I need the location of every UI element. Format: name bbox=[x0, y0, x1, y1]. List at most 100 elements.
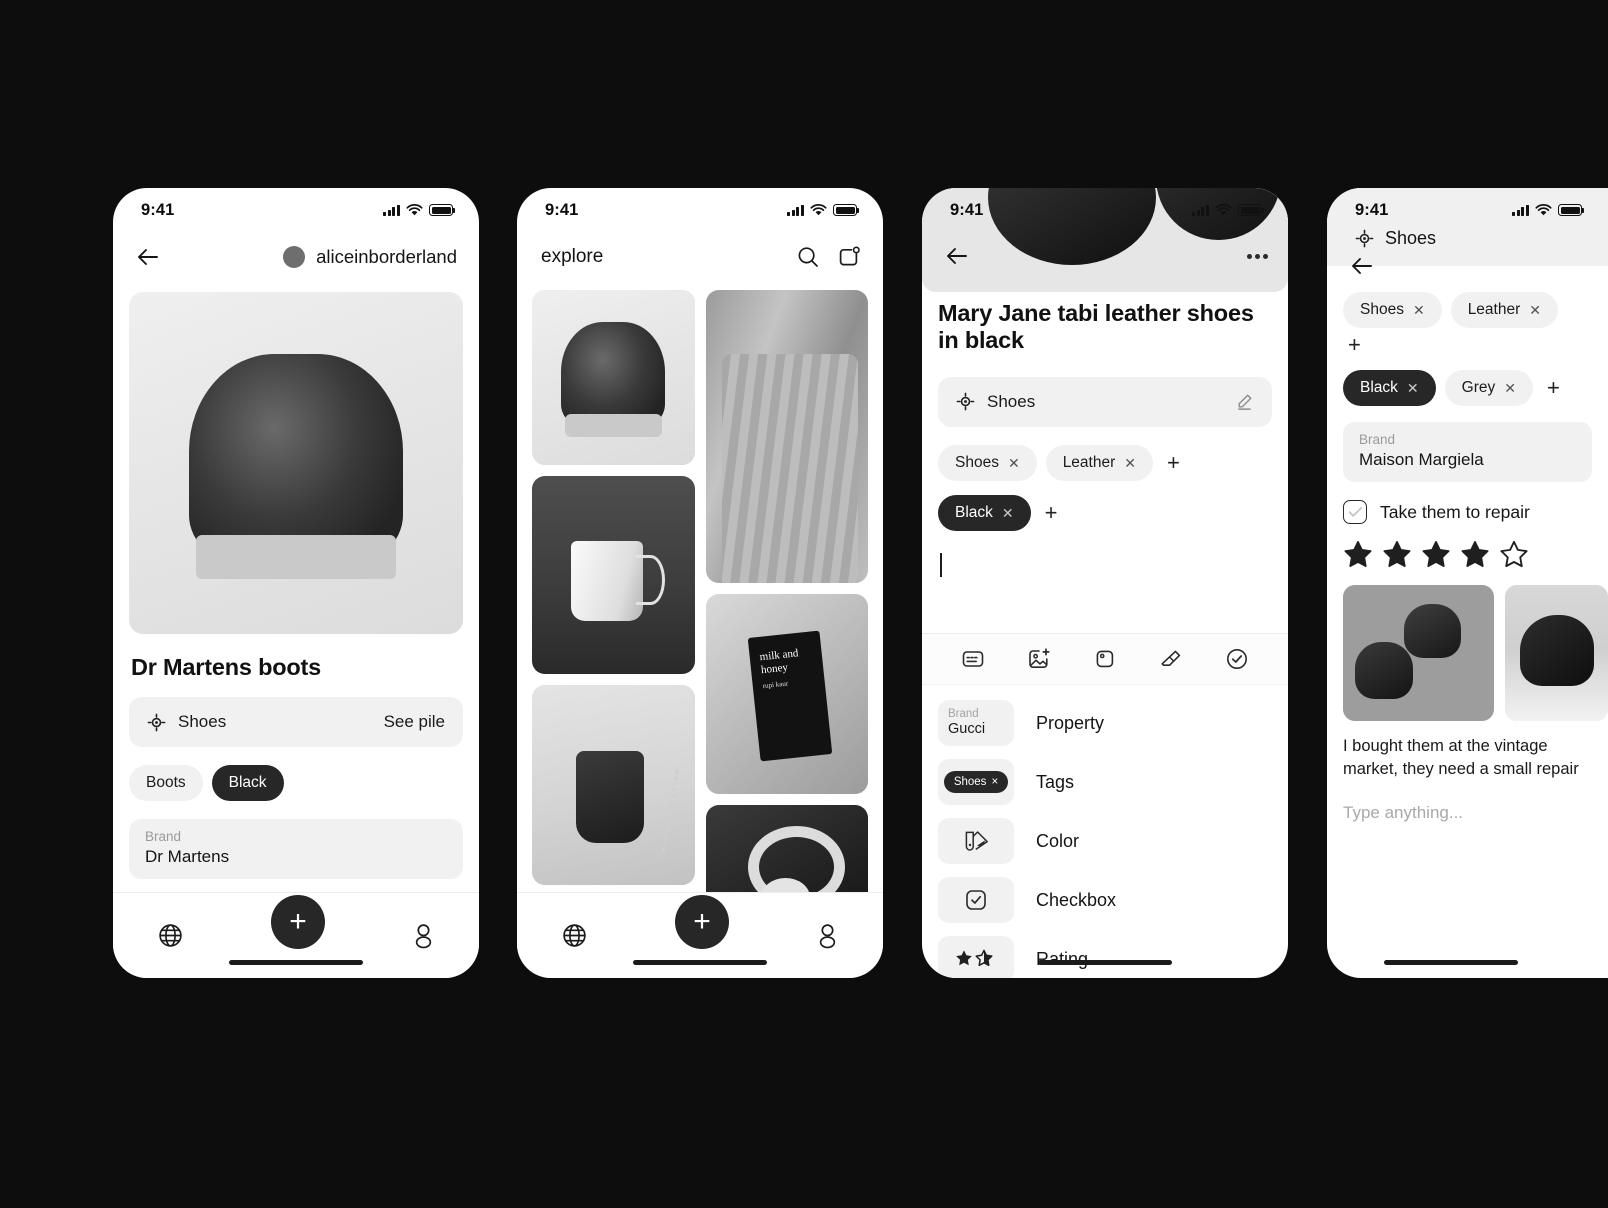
add-item-button[interactable]: + bbox=[270, 894, 325, 949]
item-photo[interactable] bbox=[1505, 585, 1608, 721]
color-chip[interactable]: Black ✕ bbox=[1343, 370, 1436, 406]
target-icon bbox=[147, 713, 166, 731]
grid-tile[interactable] bbox=[532, 685, 695, 885]
phone-mockup-item-edit: 9:41 Mary Jane tabi leather shoes in bla… bbox=[922, 188, 1288, 978]
status-icons bbox=[1512, 204, 1585, 216]
thumb-chip-label: Shoes bbox=[953, 776, 987, 788]
grid-tile[interactable] bbox=[532, 476, 695, 674]
star-filled-icon[interactable] bbox=[1343, 540, 1373, 569]
menu-item-rating[interactable]: Rating bbox=[938, 936, 1272, 978]
item-photo[interactable] bbox=[1343, 585, 1495, 721]
thumb-chip: Shoes × bbox=[943, 771, 1009, 793]
star-filled-icon[interactable] bbox=[1382, 540, 1412, 569]
menu-item-color[interactable]: Color bbox=[938, 818, 1272, 864]
thumb-field-value: Gucci bbox=[948, 720, 986, 737]
rating-stars[interactable] bbox=[1327, 524, 1608, 569]
person-icon[interactable] bbox=[412, 922, 435, 949]
checkbox-icon bbox=[966, 890, 986, 910]
item-note[interactable]: I bought them at the vintage market, the… bbox=[1327, 721, 1608, 781]
brand-field-label: Brand bbox=[1359, 432, 1396, 447]
thumb-field-label: Brand bbox=[948, 707, 979, 720]
tag-chip[interactable]: Black bbox=[211, 765, 284, 801]
color-chip[interactable]: Grey ✕ bbox=[1444, 370, 1533, 406]
battery-icon bbox=[1558, 204, 1585, 216]
note-input-placeholder[interactable]: Type anything... bbox=[1327, 781, 1608, 823]
remove-color-icon[interactable]: ✕ bbox=[1504, 381, 1516, 395]
pile-bar[interactable]: Shoes bbox=[938, 376, 1272, 427]
remove-tag-icon[interactable]: ✕ bbox=[1008, 456, 1020, 470]
back-arrow-icon[interactable] bbox=[135, 247, 161, 267]
remove-tag-icon[interactable]: ✕ bbox=[1413, 303, 1425, 317]
star-empty-icon[interactable] bbox=[1499, 540, 1529, 569]
status-icons bbox=[383, 204, 456, 216]
hero-photo[interactable] bbox=[129, 292, 463, 634]
tag-chip-label: Shoes bbox=[1360, 301, 1404, 318]
pencil-edit-icon[interactable] bbox=[1235, 392, 1254, 411]
checkbox-row[interactable]: Take them to repair bbox=[1327, 482, 1608, 524]
bottom-tab-bar: + bbox=[113, 892, 479, 978]
nav-bar: aliceinborderland bbox=[113, 232, 479, 278]
nav-bar bbox=[922, 232, 1288, 278]
tag-chip[interactable]: Leather ✕ bbox=[1045, 444, 1153, 481]
menu-item-checkbox[interactable]: Checkbox bbox=[938, 877, 1272, 923]
grid-tile[interactable] bbox=[705, 290, 868, 583]
star-filled-icon[interactable] bbox=[1421, 540, 1451, 569]
eraser-icon[interactable] bbox=[1158, 646, 1184, 672]
tag-chip-label: Black bbox=[228, 774, 267, 791]
brand-field[interactable]: Brand Dr Martens bbox=[129, 819, 463, 879]
pile-bar[interactable]: Shoes bbox=[1355, 228, 1436, 249]
add-image-icon[interactable] bbox=[1026, 646, 1052, 672]
color-chip[interactable]: Black ✕ bbox=[938, 494, 1031, 531]
pile-label: Shoes bbox=[1385, 228, 1437, 248]
menu-item-label: Checkbox bbox=[1036, 889, 1117, 910]
person-icon[interactable] bbox=[816, 922, 839, 949]
status-time: 9:41 bbox=[950, 200, 984, 219]
brand-field[interactable]: Brand Maison Margiela bbox=[1343, 422, 1592, 482]
tag-chip[interactable]: Leather ✕ bbox=[1450, 292, 1558, 328]
add-color-button[interactable]: + bbox=[1040, 501, 1063, 524]
tag-chip[interactable]: Shoes ✕ bbox=[1343, 292, 1442, 328]
add-item-button[interactable]: + bbox=[674, 894, 729, 949]
bottom-tab-bar: + bbox=[517, 892, 883, 978]
tag-chip-row: Shoes ✕ Leather ✕ + bbox=[922, 427, 1288, 481]
remove-tag-icon[interactable]: ✕ bbox=[1124, 456, 1136, 470]
checkbox-icon[interactable] bbox=[1343, 500, 1367, 524]
add-color-button[interactable]: + bbox=[1542, 377, 1565, 399]
globe-icon[interactable] bbox=[157, 922, 184, 949]
remove-color-icon[interactable]: ✕ bbox=[1002, 506, 1014, 520]
add-tag-button[interactable]: + bbox=[1162, 451, 1185, 474]
see-pile-link[interactable]: See pile bbox=[384, 712, 445, 732]
tag-chip[interactable]: Shoes ✕ bbox=[938, 444, 1037, 481]
profile-link[interactable]: aliceinborderland bbox=[283, 246, 457, 268]
menu-item-property[interactable]: Brand Gucci Property bbox=[938, 700, 1272, 746]
globe-icon[interactable] bbox=[561, 922, 588, 949]
add-tag-button[interactable]: + bbox=[1343, 334, 1366, 356]
home-indicator bbox=[1038, 960, 1172, 965]
status-time: 9:41 bbox=[1355, 200, 1389, 219]
notification-bell-icon[interactable] bbox=[837, 245, 861, 270]
text-block-icon[interactable] bbox=[960, 646, 986, 672]
checkbox-circle-icon[interactable] bbox=[1224, 646, 1250, 672]
home-indicator bbox=[633, 960, 767, 965]
star-rating-icon bbox=[956, 949, 993, 967]
target-icon bbox=[1355, 229, 1374, 248]
remove-tag-icon[interactable]: ✕ bbox=[1529, 303, 1541, 317]
back-arrow-icon[interactable] bbox=[1349, 256, 1375, 276]
more-options-icon[interactable] bbox=[1247, 253, 1268, 259]
color-swatch-icon bbox=[965, 831, 988, 851]
star-filled-icon[interactable] bbox=[1460, 540, 1490, 569]
grid-tile[interactable]: milk and honey rupi kaur bbox=[705, 594, 868, 794]
menu-item-tags[interactable]: Shoes × Tags bbox=[938, 759, 1272, 805]
avatar bbox=[283, 246, 306, 268]
pile-bar[interactable]: Shoes See pile bbox=[129, 697, 463, 747]
cellular-bars-icon bbox=[1512, 204, 1529, 216]
back-arrow-icon[interactable] bbox=[944, 246, 970, 266]
tag-chip[interactable]: Boots bbox=[129, 765, 203, 801]
phone-mockup-item-properties: 9:41 Shoes Shoes ✕ Leather ✕ + Black ✕ G… bbox=[1327, 188, 1608, 978]
search-icon[interactable] bbox=[796, 245, 820, 269]
remove-color-icon[interactable]: ✕ bbox=[1407, 381, 1419, 395]
phone-mockup-explore: 9:41 explore milk and honey rupi kaur + bbox=[517, 188, 883, 978]
grid-tile[interactable] bbox=[532, 290, 695, 465]
tag-icon[interactable] bbox=[1092, 646, 1118, 672]
rating-thumb bbox=[938, 936, 1014, 978]
